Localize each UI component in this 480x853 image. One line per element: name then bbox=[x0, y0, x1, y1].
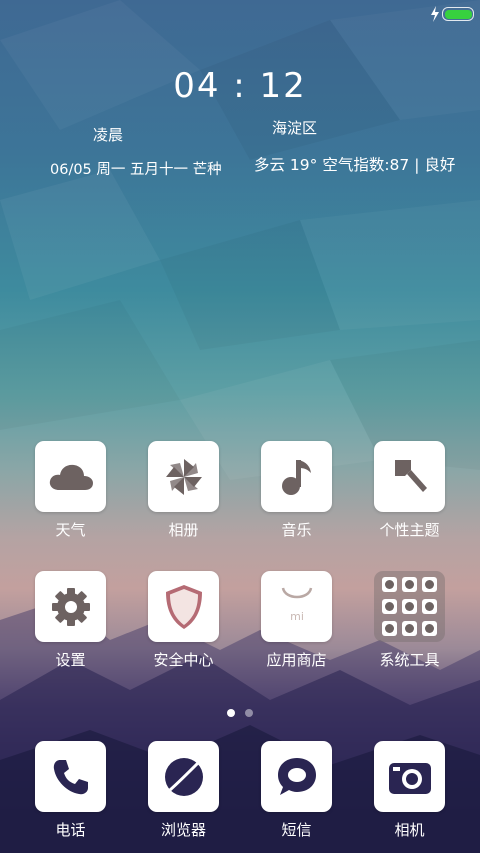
mini-app-icon bbox=[382, 577, 397, 592]
app-settings[interactable]: 设置 bbox=[14, 571, 127, 669]
mini-app-icon bbox=[422, 577, 437, 592]
status-bar bbox=[0, 0, 480, 28]
appstore-badge: mi bbox=[290, 610, 304, 623]
app-label: 安全中心 bbox=[153, 651, 214, 669]
app-tile[interactable] bbox=[261, 441, 332, 512]
chat-bubble-icon bbox=[277, 757, 316, 795]
page-dot-active[interactable] bbox=[227, 709, 235, 717]
paintbrush-icon bbox=[394, 459, 427, 492]
app-themes[interactable]: 个性主题 bbox=[353, 441, 466, 539]
mini-app-icon bbox=[422, 621, 437, 636]
mini-app-icon bbox=[402, 621, 417, 636]
app-weather[interactable]: 天气 bbox=[14, 441, 127, 539]
app-label: 电话 bbox=[55, 821, 86, 839]
gear-icon bbox=[51, 587, 90, 626]
music-note-icon bbox=[281, 459, 311, 495]
page-indicator bbox=[0, 702, 480, 721]
app-tile[interactable] bbox=[374, 441, 445, 512]
app-tile[interactable] bbox=[148, 571, 219, 642]
app-tile[interactable] bbox=[261, 741, 332, 812]
camera-icon bbox=[388, 762, 431, 794]
app-label: 相机 bbox=[394, 821, 425, 839]
wallpaper bbox=[0, 0, 480, 853]
mini-app-icon bbox=[382, 599, 397, 614]
weather-district: 海淀区 bbox=[272, 119, 318, 137]
mini-app-icon bbox=[382, 621, 397, 636]
app-label: 短信 bbox=[281, 821, 312, 839]
shield-icon bbox=[165, 584, 202, 629]
cloud-icon bbox=[49, 464, 93, 490]
battery-fill bbox=[444, 9, 472, 19]
phone-icon bbox=[53, 759, 88, 794]
page-dot[interactable] bbox=[245, 709, 253, 717]
mini-app-icon bbox=[422, 599, 437, 614]
shopping-bag-icon: mi bbox=[281, 587, 312, 623]
app-tile[interactable] bbox=[35, 571, 106, 642]
app-label: 浏览器 bbox=[160, 821, 206, 839]
app-appstore[interactable]: mi 应用商店 bbox=[240, 571, 353, 669]
app-tools-folder[interactable]: 系统工具 bbox=[353, 571, 466, 669]
clock-date[interactable]: 06/05 周一 五月十一 芒种 bbox=[50, 158, 222, 179]
app-label: 应用商店 bbox=[266, 651, 327, 669]
app-tile[interactable] bbox=[35, 441, 106, 512]
pinwheel-icon bbox=[165, 458, 202, 495]
app-security[interactable]: 安全中心 bbox=[127, 571, 240, 669]
mini-app-icon bbox=[402, 577, 417, 592]
app-tile[interactable]: mi bbox=[261, 571, 332, 642]
app-tile[interactable] bbox=[148, 441, 219, 512]
globe-icon bbox=[164, 757, 203, 796]
weather-summary[interactable]: 多云 19° 空气指数:87 | 良好 bbox=[254, 153, 455, 175]
clock-time[interactable]: 04 : 12 bbox=[0, 66, 480, 106]
battery-icon bbox=[442, 7, 474, 21]
lightning-icon bbox=[431, 6, 439, 22]
app-label: 设置 bbox=[55, 651, 86, 669]
app-label: 音乐 bbox=[281, 521, 312, 539]
app-label: 个性主题 bbox=[379, 521, 440, 539]
clock-period: 凌晨 bbox=[93, 126, 124, 144]
dock-phone[interactable]: 电话 bbox=[14, 741, 127, 839]
folder-icon[interactable] bbox=[374, 571, 445, 642]
app-tile[interactable] bbox=[374, 741, 445, 812]
app-gallery[interactable]: 相册 bbox=[127, 441, 240, 539]
app-music[interactable]: 音乐 bbox=[240, 441, 353, 539]
dock-camera[interactable]: 相机 bbox=[353, 741, 466, 839]
app-tile[interactable] bbox=[148, 741, 219, 812]
dock-browser[interactable]: 浏览器 bbox=[127, 741, 240, 839]
app-label: 天气 bbox=[55, 521, 86, 539]
app-tile[interactable] bbox=[35, 741, 106, 812]
dock-messages[interactable]: 短信 bbox=[240, 741, 353, 839]
app-label: 系统工具 bbox=[379, 651, 440, 669]
mini-app-icon bbox=[402, 599, 417, 614]
app-label: 相册 bbox=[168, 521, 199, 539]
